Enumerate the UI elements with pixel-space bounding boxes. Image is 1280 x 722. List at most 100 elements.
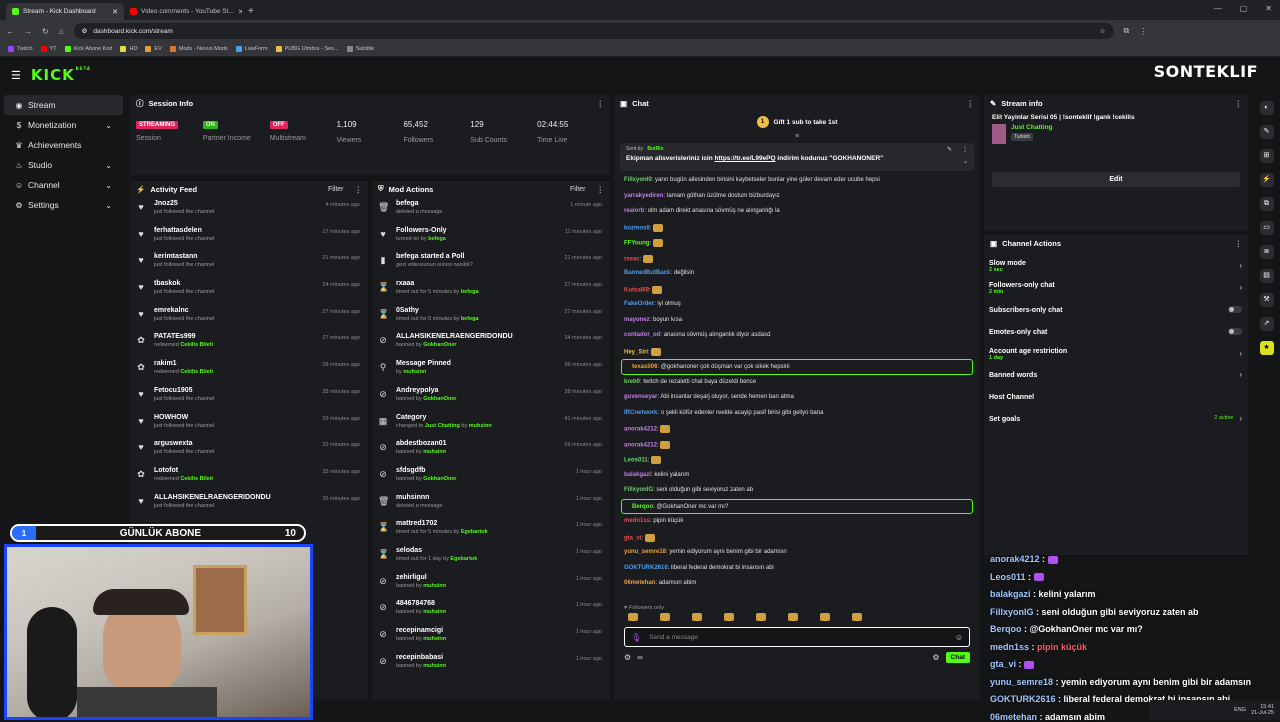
list-item[interactable]: ♥ Followers-Only turned on by befega 11 min…: [372, 224, 610, 251]
chat-message[interactable]: BannedButBack: değilsin: [614, 266, 980, 282]
browser-tab[interactable]: Stream - Kick Dashboard ✕: [6, 3, 124, 20]
list-item[interactable]: ⊘ abdestbozan01 banned by muhsinn 59 minute…: [372, 437, 610, 464]
emoji-icon[interactable]: ☺: [955, 633, 963, 642]
language-indicator[interactable]: ENG: [1234, 707, 1246, 713]
microphone-icon[interactable]: 🎙: [631, 633, 641, 642]
status-badge[interactable]: OFF: [269, 121, 288, 129]
reload-icon[interactable]: ↻: [42, 27, 49, 36]
chevron-right-icon[interactable]: ›: [1239, 261, 1242, 270]
list-item[interactable]: ⌛ 0Sathy timed out for 5 minutes by befega…: [372, 304, 610, 331]
chat-username[interactable]: Kutsal69: [624, 287, 649, 293]
menu-icon[interactable]: ☰: [11, 69, 21, 82]
list-item[interactable]: ⌛ selodas timed out for 1 day by Egebartok…: [372, 544, 610, 571]
chat-username[interactable]: gta_vi: [624, 535, 641, 541]
site-info-icon[interactable]: ⚙: [82, 27, 88, 35]
chat-username[interactable]: yunu_semre18: [624, 549, 666, 555]
chat-username[interactable]: GOKTURK2616: [624, 565, 668, 571]
chat-message[interactable]: yarrakyediren: tamam göthan üzülme dostu…: [614, 189, 980, 205]
browser-tab[interactable]: Video comments - YouTube St... ✕: [124, 3, 242, 20]
chat-message[interactable]: rxeac:: [614, 251, 980, 267]
bookmark-item[interactable]: Subtitle: [346, 46, 374, 52]
sidebar-item-stream[interactable]: ◉ Stream: [4, 95, 123, 115]
chat-username[interactable]: Hey_Siri: [624, 349, 648, 355]
list-item[interactable]: ✿ rakim1 redeemed Cekilis Bileti 28 minutes…: [130, 357, 368, 384]
kebab-menu-icon[interactable]: ⋮: [355, 185, 363, 194]
list-item[interactable]: ⊘ sfdsgdfb banned by GokhanOner 1 hour ago: [372, 464, 610, 491]
chat-message[interactable]: yunu_semre18: yemin ediyorum aynı benim …: [614, 545, 980, 561]
chat-username[interactable]: anorak4212: [624, 427, 657, 433]
bookmark-item[interactable]: Mods - Nexus Mods: [169, 46, 228, 52]
copy-icon[interactable]: ⧉: [1259, 197, 1274, 211]
chat-message[interactable]: Kutsal69:: [614, 282, 980, 298]
wrench-icon[interactable]: ⚒: [1259, 293, 1274, 307]
kebab-menu-icon[interactable]: ⋮: [967, 99, 975, 108]
sidebar-item-settings[interactable]: ⚙ Settings ⌄: [4, 195, 123, 215]
channel-action-followers-only-chat[interactable]: Followers-only chat 2 min ›: [984, 277, 1248, 299]
emote-icon[interactable]: [820, 613, 830, 621]
chat-username[interactable]: contador_od: [624, 332, 660, 338]
chat-message[interactable]: guvenseyar: Abi insanlar deşarj oluyor, …: [614, 390, 980, 406]
chat-input[interactable]: Send a message: [649, 634, 698, 641]
list-item[interactable]: ✿ Lotofot redeemed Cekilis Bileti 35 minute…: [130, 464, 368, 491]
maximize-icon[interactable]: ▢: [1240, 4, 1248, 13]
chat-username[interactable]: rxeac: [624, 256, 640, 262]
chat-message[interactable]: 06metehan: adamsın abim: [614, 576, 980, 592]
chat-username[interactable]: balakgazi: [624, 472, 651, 478]
edit-stream-button[interactable]: Edit: [992, 172, 1240, 187]
clock[interactable]: 15:41 21-Jul-25: [1251, 704, 1274, 716]
channel-action-subscribers-only-chat[interactable]: Subscribers-only chat: [984, 299, 1248, 321]
chevron-right-icon[interactable]: ›: [1239, 414, 1242, 423]
channel-action-banned-words[interactable]: Banned words ›: [984, 364, 1248, 386]
chat-message[interactable]: balakgazi: kelini yalarım: [614, 468, 980, 484]
half-moon-icon[interactable]: ◐: [1259, 101, 1274, 115]
chat-message[interactable]: FFYoung:: [614, 235, 980, 251]
settings-icon[interactable]: ⚙: [624, 653, 631, 662]
chat-message[interactable]: anorak4212:: [614, 437, 980, 453]
new-tab-icon[interactable]: +: [242, 3, 260, 20]
bookmark-item[interactable]: HD: [120, 46, 137, 52]
gear-icon[interactable]: ⚙: [932, 653, 939, 662]
moderator-name[interactable]: befega: [461, 316, 479, 322]
list-item[interactable]: ♥ ALLAHSIKENELRAENGERIDONDU just followed …: [130, 491, 368, 518]
star-icon[interactable]: ★: [1259, 341, 1274, 355]
emote-icon[interactable]: [852, 613, 862, 621]
chevron-down-icon[interactable]: ⌄: [963, 158, 968, 165]
moderator-name[interactable]: GokhanOner: [423, 396, 456, 402]
list-item[interactable]: ♥ emrekalnc just followed the channel 27 mi…: [130, 304, 368, 331]
chat-input-box[interactable]: 🎙 Send a message ☺: [624, 627, 970, 647]
kebab-menu-icon[interactable]: ⋮: [597, 185, 605, 194]
chat-username[interactable]: Leos011: [624, 458, 648, 464]
list-item[interactable]: ♥ arguswexta just followed the channel 32 m…: [130, 437, 368, 464]
pencil-icon[interactable]: ✎: [1259, 125, 1274, 139]
chat-message[interactable]: Berqoo: @GokhanOner mc var mı?: [621, 498, 973, 514]
toggle-switch[interactable]: [1228, 327, 1242, 335]
bookmark-star-icon[interactable]: ☆: [1100, 27, 1106, 35]
back-icon[interactable]: ←: [6, 27, 14, 36]
chat-message[interactable]: IRCnetwork: o şekli küfür edenler reelde…: [614, 406, 980, 422]
dashboard-icon[interactable]: ⊞: [1259, 149, 1274, 163]
kebab-menu-icon[interactable]: ⋮: [1235, 99, 1243, 108]
moderator-name[interactable]: GokhanOner: [423, 342, 456, 348]
sidebar-item-monetization[interactable]: $ Monetization ⌄: [4, 115, 123, 135]
kick-logo[interactable]: KICKBETA: [31, 66, 91, 84]
chat-username[interactable]: Berqoo: [632, 504, 653, 510]
list-item[interactable]: ✿ PATATEs999 redeemed Cekilis Bileti 27 min…: [130, 330, 368, 357]
category-name[interactable]: Just Chatting: [1011, 124, 1053, 131]
moderator-name[interactable]: Just Chatting: [425, 423, 460, 429]
bookmark-item[interactable]: EV: [145, 46, 162, 52]
bookmark-item[interactable]: PUBG Ulmbra - Seo...: [275, 46, 339, 52]
chat-username[interactable]: IRCnetwork: [624, 410, 657, 416]
lightning-icon[interactable]: ⚡: [1259, 173, 1274, 187]
list-item[interactable]: ⊘ ALLAHSIKENELRAENGERIDONDU banned by Gokh…: [372, 330, 610, 357]
chat-message[interactable]: gta_vi:: [614, 530, 980, 546]
toggle-switch[interactable]: [1228, 305, 1242, 313]
chat-username[interactable]: texasli06: [632, 364, 657, 370]
status-badge[interactable]: ON: [202, 121, 218, 129]
emote-icon[interactable]: [660, 613, 670, 621]
link-icon[interactable]: ∞: [637, 653, 643, 662]
emote-icon[interactable]: [628, 613, 638, 621]
list-item[interactable]: ♥ ferhattasdelen just followed the channel…: [130, 224, 368, 251]
sidebar-item-studio[interactable]: ♨ Studio ⌄: [4, 155, 123, 175]
chat-message[interactable]: GOKTURK2616: liberal federal demokrat bi…: [614, 561, 980, 577]
list-item[interactable]: ⊘ recepinbabasi banned by muhsinn 1 hour ag…: [372, 651, 610, 678]
